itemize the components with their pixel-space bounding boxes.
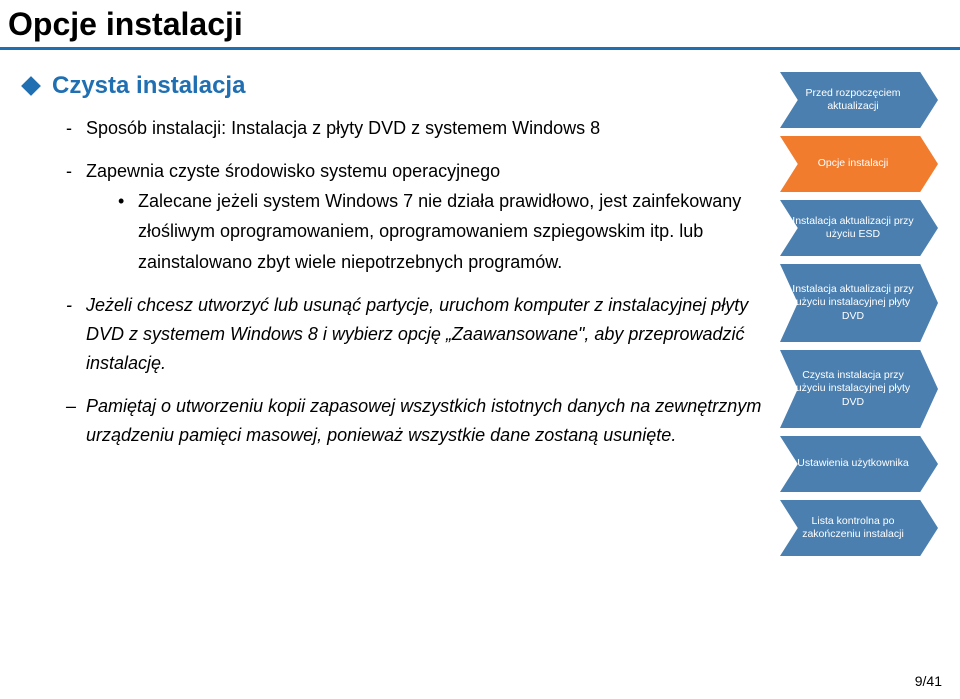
step-arrow: Czysta instalacja przy użyciu instalacyj… — [780, 350, 938, 428]
step-arrow: Instalacja aktualizacji przy użyciu inst… — [780, 264, 938, 342]
list-item-text: Pamiętaj o utworzeniu kopii zapasowej ws… — [86, 396, 761, 445]
step-arrow: Instalacja aktualizacji przy użyciu ESD — [780, 200, 938, 256]
bullet-list: Pamiętaj o utworzeniu kopii zapasowej ws… — [22, 392, 770, 450]
content-row: Czysta instalacja Sposób instalacji: Ins… — [0, 50, 960, 564]
step-arrow: Przed rozpoczęciem aktualizacji — [780, 72, 938, 128]
step-label: Ustawienia użytkownika — [786, 436, 920, 492]
bullet-list: Sposób instalacji: Instalacja z płyty DV… — [22, 114, 770, 378]
list-item-text: Jeżeli chcesz utworzyć lub usunąć partyc… — [86, 295, 748, 373]
step-label: Opcje instalacji — [786, 136, 920, 192]
step-arrow: Lista kontrolna po zakończeniu instalacj… — [780, 500, 938, 556]
page-title: Opcje instalacji — [0, 6, 960, 47]
list-item: Zapewnia czyste środowisko systemu opera… — [66, 157, 770, 278]
section-heading-text: Czysta instalacja — [52, 72, 245, 100]
step-label: Instalacja aktualizacji przy użyciu inst… — [786, 264, 920, 342]
list-item-text: Sposób instalacji: Instalacja z płyty DV… — [86, 118, 600, 138]
list-item: Zalecane jeżeli system Windows 7 nie dzi… — [118, 186, 770, 278]
step-arrow-active: Opcje instalacji — [780, 136, 938, 192]
diamond-bullet-icon — [21, 76, 41, 96]
title-underline — [0, 47, 960, 50]
step-label: Przed rozpoczęciem aktualizacji — [786, 72, 920, 128]
list-item-text: Zapewnia czyste środowisko systemu opera… — [86, 161, 500, 181]
list-item-emphasis: Pamiętaj o utworzeniu kopii zapasowej ws… — [66, 392, 770, 450]
section-heading: Czysta instalacja — [22, 72, 770, 100]
main-column: Czysta instalacja Sposób instalacji: Ins… — [0, 50, 780, 564]
step-label: Instalacja aktualizacji przy użyciu ESD — [786, 200, 920, 256]
page-number: 9/41 — [915, 673, 942, 689]
list-item-emphasis: Jeżeli chcesz utworzyć lub usunąć partyc… — [66, 291, 770, 377]
list-item: Sposób instalacji: Instalacja z płyty DV… — [66, 114, 770, 143]
step-arrow: Ustawienia użytkownika — [780, 436, 938, 492]
list-item-text: Zalecane jeżeli system Windows 7 nie dzi… — [138, 191, 741, 272]
sidebar-steps: Przed rozpoczęciem aktualizacji Opcje in… — [780, 50, 948, 564]
step-label: Lista kontrolna po zakończeniu instalacj… — [786, 500, 920, 556]
slide-page: Opcje instalacji Czysta instalacja Sposó… — [0, 0, 960, 699]
sub-bullet-list: Zalecane jeżeli system Windows 7 nie dzi… — [86, 186, 770, 278]
title-block: Opcje instalacji — [0, 6, 960, 50]
step-label: Czysta instalacja przy użyciu instalacyj… — [786, 350, 920, 428]
